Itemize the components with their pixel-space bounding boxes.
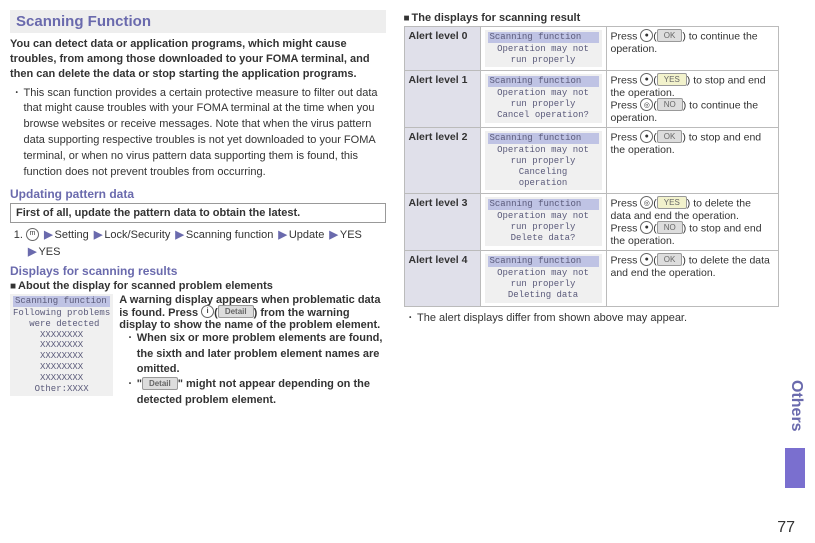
lcd-header: Scanning function	[488, 32, 599, 43]
table-row: Alert level 1 Scanning functionOperation…	[404, 71, 779, 128]
bullet-text: This scan function provides a certain pr…	[24, 86, 386, 182]
alert-desc-cell: Press ●(YES) to stop and end the operati…	[606, 71, 779, 128]
camera-icon: ◎	[640, 196, 653, 209]
table-row: Alert level 0 Scanning functionOperation…	[404, 27, 779, 71]
step-1: m ▶Setting ▶Lock/Security ▶Scanning func…	[26, 227, 386, 260]
warn-b1-text: When six or more problem elements are fo…	[137, 331, 386, 377]
arrow-icon: ▶	[278, 229, 286, 241]
no-chip: NO	[657, 98, 683, 111]
warn-bullet-2: ･"Detail" might not appear depending on …	[127, 377, 385, 408]
footnote-text: The alert displays differ from shown abo…	[417, 311, 687, 327]
arrow-icon: ▶	[329, 229, 337, 241]
lcd-body: Operation may not run properly	[497, 44, 589, 65]
table-footnote: ･ The alert displays differ from shown a…	[408, 311, 780, 327]
alert-desc-cell: Press ●(OK) to delete the data and end t…	[606, 251, 779, 306]
ok-chip: OK	[657, 253, 683, 266]
side-tab-label: Others	[787, 380, 805, 432]
camera-icon: ◎	[640, 98, 653, 111]
lcd-header: Scanning function	[488, 76, 599, 87]
about-display-heading: About the display for scanned problem el…	[10, 280, 386, 292]
alert-lcd-cell: Scanning functionOperation may not run p…	[480, 251, 606, 306]
table-row: Alert level 2 Scanning functionOperation…	[404, 128, 779, 194]
lcd-body: Following problems were detected XXXXXXX…	[13, 308, 110, 394]
lcd-body: Operation may not run properly Delete da…	[497, 211, 589, 243]
circle-icon: ●	[640, 29, 653, 42]
side-tab-color	[785, 448, 805, 488]
crumb-update: Update	[289, 229, 324, 241]
ok-chip: OK	[657, 29, 683, 42]
arrow-icon: ▶	[28, 246, 36, 258]
yes-chip: YES	[657, 196, 687, 209]
no-chip: NO	[657, 221, 683, 234]
alert-level-cell: Alert level 2	[404, 128, 480, 194]
warn-bullet-1: ･When six or more problem elements are f…	[127, 331, 385, 377]
right-column: The displays for scanning result Alert l…	[404, 10, 806, 408]
alert-level-cell: Alert level 4	[404, 251, 480, 306]
alert-lcd-cell: Scanning functionOperation may not run p…	[480, 27, 606, 71]
crumb-lock: Lock/Security	[104, 229, 170, 241]
alert-level-cell: Alert level 0	[404, 27, 480, 71]
crumb-yes1: YES	[340, 229, 362, 241]
arrow-icon: ▶	[94, 229, 102, 241]
circle-icon: ●	[640, 253, 653, 266]
alert-lcd-cell: Scanning functionOperation may not run p…	[480, 194, 606, 251]
updating-note-box: First of all, update the pattern data to…	[10, 203, 386, 223]
lcd-body: Operation may not run properly Cancel op…	[497, 88, 589, 120]
lcd-header: Scanning function	[488, 133, 599, 144]
left-column: Scanning Function You can detect data or…	[10, 10, 386, 408]
ok-chip: OK	[657, 130, 683, 143]
circle-icon: ●	[640, 221, 653, 234]
page-number: 77	[777, 519, 795, 537]
alert-lcd-cell: Scanning functionOperation may not run p…	[480, 71, 606, 128]
steps-list: m ▶Setting ▶Lock/Security ▶Scanning func…	[10, 227, 386, 260]
lcd-header: Scanning function	[488, 199, 599, 210]
lcd-header: Scanning function	[13, 296, 110, 307]
right-heading: The displays for scanning result	[404, 12, 780, 24]
alert-level-cell: Alert level 1	[404, 71, 480, 128]
alert-desc-cell: Press ●(OK) to stop and end the operatio…	[606, 128, 779, 194]
protective-measure-bullet: ･ This scan function provides a certain …	[14, 86, 386, 182]
lcd-header: Scanning function	[488, 256, 599, 267]
alert-level-cell: Alert level 3	[404, 194, 480, 251]
lcd-body: Operation may not run properly Canceling…	[497, 145, 589, 187]
yes-chip: YES	[657, 73, 687, 86]
alert-lcd-cell: Scanning functionOperation may not run p…	[480, 128, 606, 194]
menu-icon: m	[26, 228, 39, 241]
crumb-setting: Setting	[55, 229, 89, 241]
circle-icon: ●	[640, 130, 653, 143]
lcd-problems: Scanning functionFollowing problems were…	[10, 294, 113, 396]
updating-heading: Updating pattern data	[10, 187, 386, 201]
alert-desc-cell: Press ◎(YES) to delete the data and end …	[606, 194, 779, 251]
table-row: Alert level 3 Scanning functionOperation…	[404, 194, 779, 251]
arrow-icon: ▶	[44, 229, 52, 241]
crumb-scanning: Scanning function	[186, 229, 273, 241]
section-title: Scanning Function	[10, 10, 386, 33]
alert-desc-cell: Press ●(OK) to continue the operation.	[606, 27, 779, 71]
warning-row: Scanning functionFollowing problems were…	[10, 294, 386, 408]
bullet-dot: ･	[408, 311, 414, 327]
intro-text: You can detect data or application progr…	[10, 37, 386, 82]
crumb-yes2: YES	[38, 246, 60, 258]
table-row: Alert level 4 Scanning functionOperation…	[404, 251, 779, 306]
warning-text-block: A warning display appears when problemat…	[119, 294, 385, 408]
alerts-table: Alert level 0 Scanning functionOperation…	[404, 26, 780, 307]
arrow-icon: ▶	[175, 229, 183, 241]
detail-chip: Detail	[218, 305, 254, 318]
circle-icon: ●	[640, 73, 653, 86]
detail-chip: Detail	[142, 377, 178, 390]
lcd-body: Operation may not run properly Deleting …	[497, 268, 589, 300]
results-heading: Displays for scanning results	[10, 264, 386, 278]
ir-icon: i	[201, 305, 214, 318]
bullet-dot: ･	[14, 86, 20, 182]
